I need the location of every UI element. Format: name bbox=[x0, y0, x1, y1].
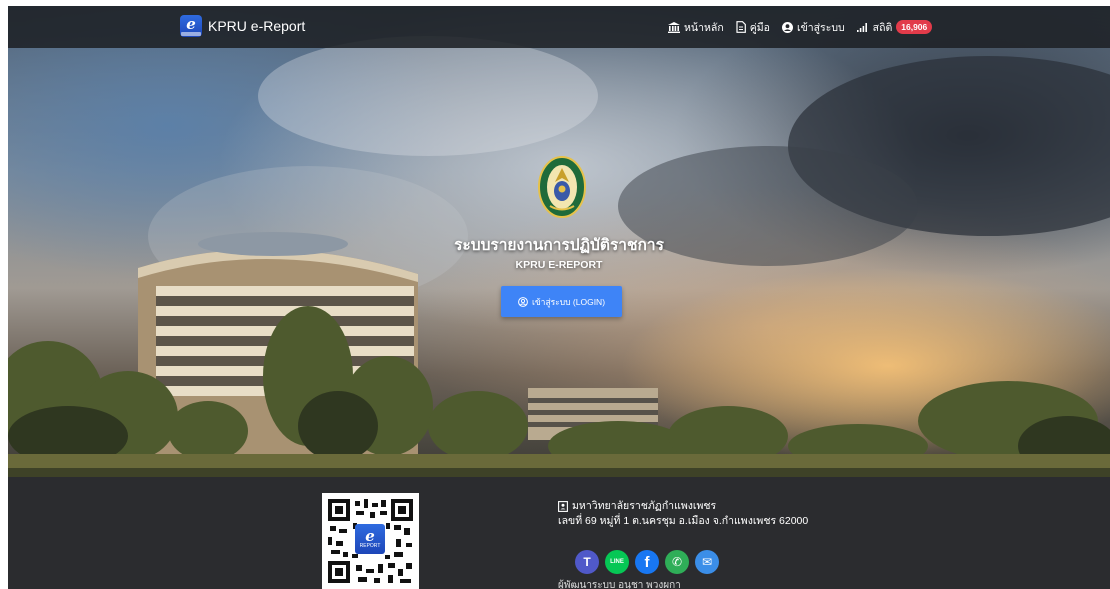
top-navbar: e KPRU e-Report หน้าหลัก คู่มือ เข้าสู่ร… bbox=[8, 6, 1110, 48]
phone-icon[interactable]: ✆ bbox=[665, 550, 689, 574]
page-frame: e KPRU e-Report หน้าหลัก คู่มือ เข้าสู่ร… bbox=[8, 6, 1110, 589]
nav-manual[interactable]: คู่มือ bbox=[736, 19, 770, 36]
qr-center-logo: e REPORT bbox=[355, 524, 385, 554]
user-circle-icon bbox=[781, 21, 793, 33]
nav-stats[interactable]: สถิติ 16,906 bbox=[856, 19, 933, 36]
developer-credit: ผู้พัฒนาระบบ อนุชา พวงผกา bbox=[558, 580, 681, 589]
contact-card-icon bbox=[558, 501, 568, 512]
university-emblem-icon bbox=[538, 156, 586, 218]
stats-count-badge: 16,906 bbox=[896, 20, 933, 34]
email-icon[interactable]: ✉ bbox=[695, 550, 719, 574]
nav-menu: หน้าหลัก คู่มือ เข้าสู่ระบบ สถิติ 16,906 bbox=[668, 17, 933, 37]
user-circle-outline-icon bbox=[518, 296, 528, 307]
signal-bars-icon bbox=[856, 23, 867, 32]
address-line: เลขที่ 69 หมู่ที่ 1 ต.นครชุม อ.เมือง จ.ก… bbox=[558, 515, 809, 527]
nav-home-label: หน้าหลัก bbox=[684, 21, 724, 34]
facebook-icon[interactable]: f bbox=[635, 550, 659, 574]
nav-login-label: เข้าสู่ระบบ bbox=[796, 21, 845, 34]
contact-address: มหาวิทยาลัยราชภัฏกำแพงเพชร เลขที่ 69 หมู… bbox=[558, 499, 808, 529]
page-subtitle: KPRU E-REPORT bbox=[515, 259, 603, 271]
e-report-logo-icon: e bbox=[180, 15, 202, 37]
line-icon[interactable]: LINE bbox=[605, 550, 629, 574]
document-icon bbox=[736, 21, 746, 33]
brand-link[interactable]: e KPRU e-Report bbox=[180, 13, 305, 39]
social-links: T LINE f ✆ ✉ bbox=[575, 550, 719, 574]
nav-login[interactable]: เข้าสู่ระบบ bbox=[781, 19, 845, 36]
teams-icon[interactable]: T bbox=[575, 550, 599, 574]
nav-stats-label: สถิติ bbox=[872, 21, 893, 34]
login-button-label: เข้าสู่ระบบ (LOGIN) bbox=[531, 296, 606, 307]
brand-name: KPRU e-Report bbox=[208, 18, 306, 34]
qr-code: e REPORT bbox=[322, 493, 419, 589]
footer: e REPORT มหาวิทยาลัยราชภัฏกำแพงเพชร เลขท… bbox=[8, 477, 1110, 589]
bank-icon bbox=[668, 21, 680, 33]
login-button[interactable]: เข้าสู่ระบบ (LOGIN) bbox=[501, 286, 622, 317]
nav-home[interactable]: หน้าหลัก bbox=[668, 19, 724, 36]
nav-manual-label: คู่มือ bbox=[749, 21, 770, 34]
university-name: มหาวิทยาลัยราชภัฏกำแพงเพชร bbox=[572, 500, 717, 512]
hero-section: e KPRU e-Report หน้าหลัก คู่มือ เข้าสู่ร… bbox=[8, 6, 1110, 477]
page-title: ระบบรายงานการปฏิบัติราชการ bbox=[454, 237, 664, 254]
